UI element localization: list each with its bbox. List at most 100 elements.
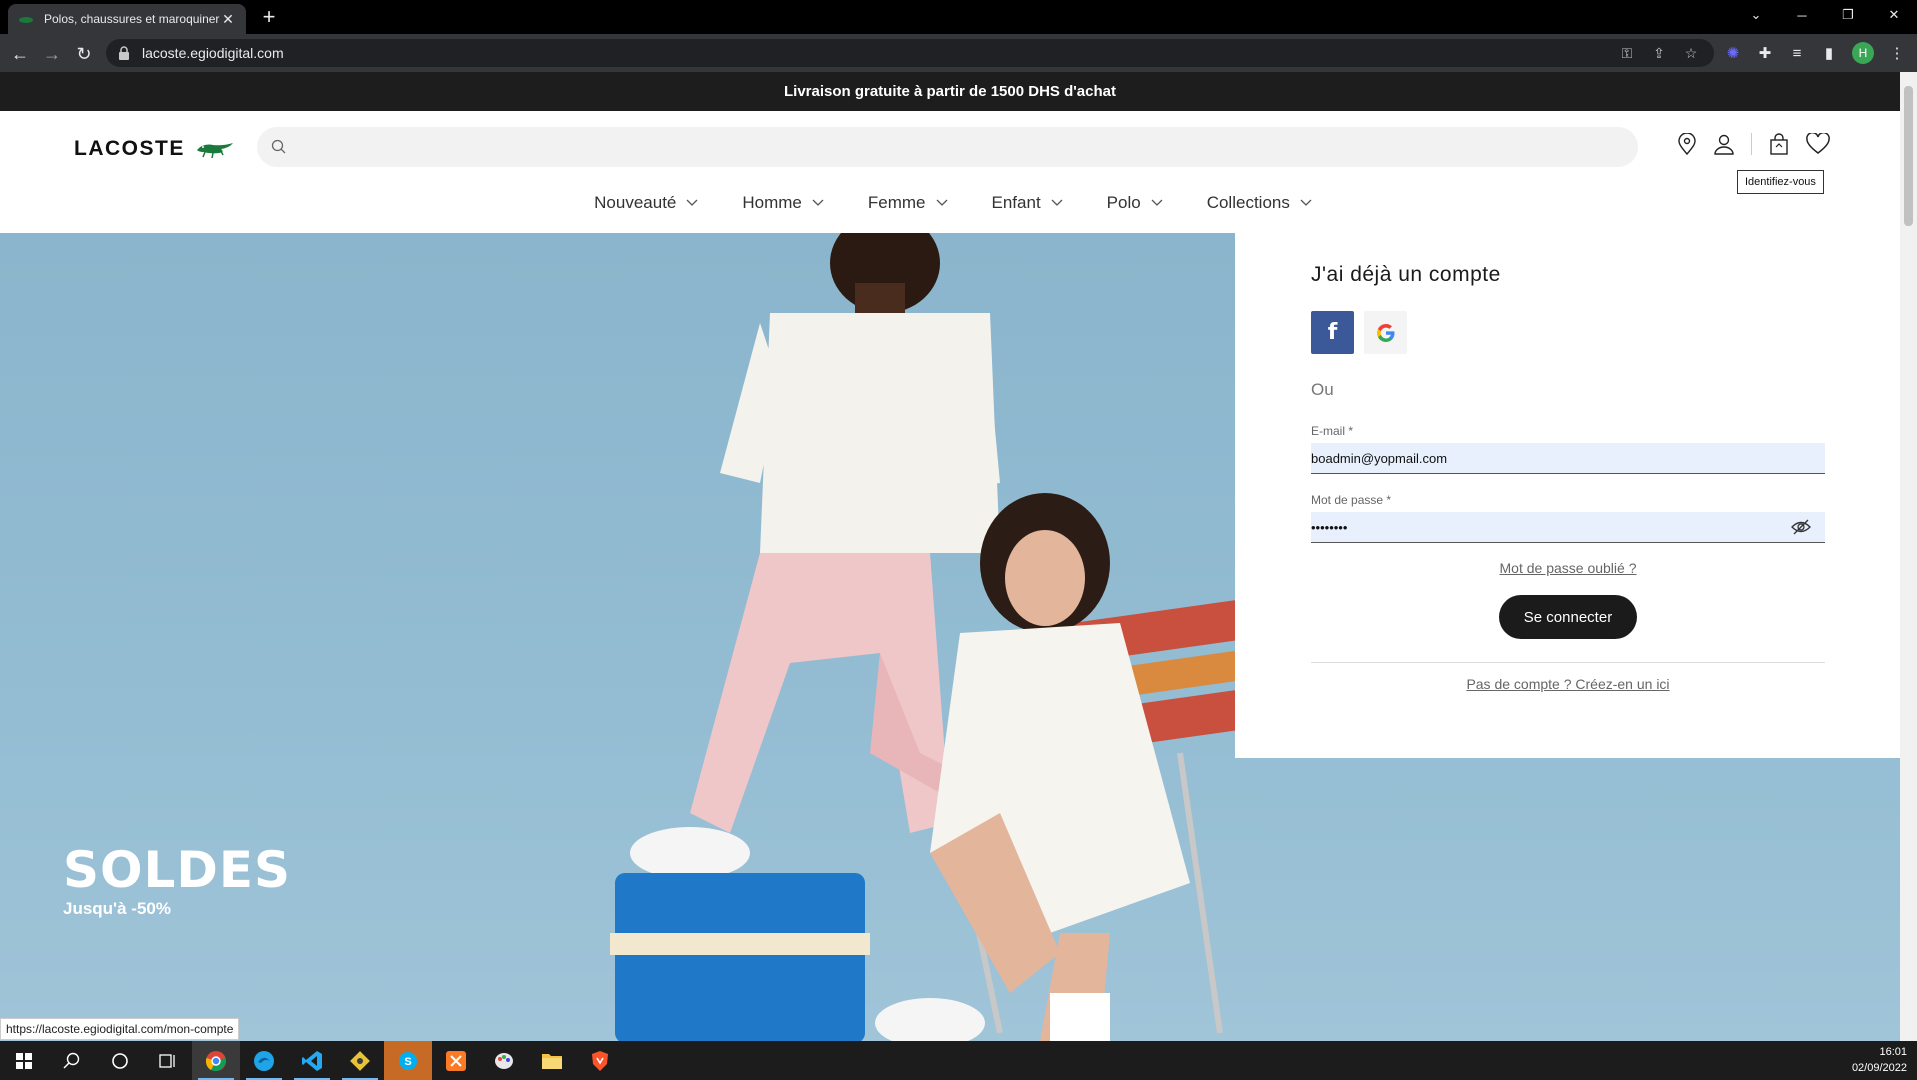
task-view-icon[interactable] bbox=[144, 1041, 192, 1080]
promo-banner: Livraison gratuite à partir de 1500 DHS … bbox=[0, 72, 1900, 111]
login-tooltip: Identifiez-vous bbox=[1737, 170, 1824, 194]
media-queue-icon[interactable]: ≡ bbox=[1788, 45, 1806, 62]
git-gui-taskbar-icon[interactable] bbox=[336, 1041, 384, 1080]
nav-item-polo[interactable]: Polo bbox=[1107, 193, 1163, 213]
google-login-button[interactable] bbox=[1364, 311, 1407, 354]
or-separator: Ou bbox=[1311, 380, 1334, 399]
wishlist-heart-icon[interactable] bbox=[1806, 133, 1830, 155]
restore-button[interactable]: ❐ bbox=[1825, 0, 1871, 30]
file-explorer-taskbar-icon[interactable] bbox=[528, 1041, 576, 1080]
cart-icon[interactable] bbox=[1768, 133, 1790, 155]
login-panel: J'ai déjà un compte f Ou E-mail * boadmi… bbox=[1235, 229, 1901, 758]
hero-title: SOLDES bbox=[63, 841, 292, 899]
forward-icon[interactable]: → bbox=[40, 42, 64, 66]
url-text: lacoste.egiodigital.com bbox=[142, 45, 284, 61]
windows-taskbar: S 16:01 02/09/2022 bbox=[0, 1041, 1917, 1080]
hide-password-icon[interactable] bbox=[1791, 519, 1811, 535]
side-panel-icon[interactable]: ▮ bbox=[1820, 44, 1838, 62]
account-icon[interactable] bbox=[1713, 133, 1735, 155]
chevron-down-icon bbox=[936, 199, 947, 206]
nav-item-femme[interactable]: Femme bbox=[868, 193, 948, 213]
brave-taskbar-icon[interactable] bbox=[576, 1041, 624, 1080]
facebook-login-button[interactable]: f bbox=[1311, 311, 1354, 354]
browser-tab[interactable]: Polos, chaussures et maroquinerie ✕ bbox=[8, 4, 246, 34]
forgot-password-link[interactable]: Mot de passe oublié ? bbox=[1311, 560, 1825, 576]
nav-label: Homme bbox=[742, 193, 802, 212]
store-locator-icon[interactable] bbox=[1677, 133, 1697, 155]
nav-label: Polo bbox=[1106, 193, 1141, 212]
lock-icon bbox=[119, 46, 129, 60]
scroll-thumb[interactable] bbox=[1904, 86, 1913, 226]
cortana-icon[interactable] bbox=[96, 1041, 144, 1080]
browser-toolbar: ← → ↻ lacoste.egiodigital.com ⚿ ⇪ ☆ ✺ ✚ … bbox=[0, 34, 1917, 72]
share-icon[interactable]: ⇪ bbox=[1650, 45, 1668, 62]
status-bar-url: https://lacoste.egiodigital.com/mon-comp… bbox=[0, 1018, 240, 1040]
minimize-button[interactable]: ─ bbox=[1779, 0, 1825, 30]
chrome-taskbar-icon[interactable] bbox=[192, 1041, 240, 1080]
login-title: J'ai déjà un compte bbox=[1311, 263, 1501, 286]
lacoste-favicon-icon bbox=[19, 17, 33, 23]
windows-start-icon[interactable] bbox=[0, 1041, 48, 1080]
crocodile-icon bbox=[196, 143, 233, 159]
close-window-button[interactable]: ✕ bbox=[1871, 0, 1917, 30]
nav-label: Enfant bbox=[991, 193, 1041, 212]
reload-icon[interactable]: ↻ bbox=[72, 42, 96, 66]
nav-item-nouveaute[interactable]: Nouveauté bbox=[594, 193, 698, 213]
google-icon bbox=[1376, 323, 1394, 342]
nav-item-collections[interactable]: Collections bbox=[1207, 193, 1312, 213]
logo-text: LACOSTE bbox=[74, 137, 185, 160]
address-bar[interactable]: lacoste.egiodigital.com ⚿ ⇪ ☆ bbox=[106, 39, 1714, 67]
search-bar[interactable] bbox=[257, 127, 1638, 167]
nav-item-enfant[interactable]: Enfant bbox=[992, 193, 1063, 213]
edge-taskbar-icon[interactable] bbox=[240, 1041, 288, 1080]
paint-taskbar-icon[interactable] bbox=[480, 1041, 528, 1080]
email-label: E-mail * bbox=[1311, 424, 1354, 438]
vscode-taskbar-icon[interactable] bbox=[288, 1041, 336, 1080]
main-navigation: Nouveauté Homme Femme Enfant Polo Collec… bbox=[0, 193, 1900, 213]
clock-time: 16:01 bbox=[1879, 1046, 1907, 1058]
social-login: f bbox=[1311, 311, 1825, 354]
header-separator bbox=[1751, 133, 1752, 155]
clock-date: 02/09/2022 bbox=[1851, 1062, 1907, 1074]
profile-avatar[interactable]: H bbox=[1852, 42, 1874, 64]
site-header: LACOSTE Identifiez-vous Nouveauté Homme … bbox=[0, 111, 1900, 233]
puzzle-icon[interactable]: ✚ bbox=[1756, 44, 1774, 62]
search-input[interactable] bbox=[297, 127, 1638, 167]
login-button[interactable]: Se connecter bbox=[1499, 595, 1637, 639]
tab-search-icon[interactable]: ⌄ bbox=[1733, 0, 1779, 30]
tab-title: Polos, chaussures et maroquinerie bbox=[44, 12, 220, 26]
skype-taskbar-icon[interactable]: S bbox=[384, 1041, 432, 1080]
password-field[interactable]: •••••••• bbox=[1311, 512, 1825, 543]
create-account-link[interactable]: Pas de compte ? Créez-en un ici bbox=[1311, 676, 1825, 692]
nav-label: Femme bbox=[867, 193, 926, 212]
password-label: Mot de passe * bbox=[1311, 493, 1392, 507]
search-taskbar-icon[interactable] bbox=[48, 1041, 96, 1080]
key-icon[interactable]: ⚿ bbox=[1618, 45, 1636, 62]
nav-label: Nouveauté bbox=[594, 193, 677, 212]
hero-subtitle: Jusqu'à -50% bbox=[63, 899, 171, 918]
search-icon bbox=[271, 139, 286, 154]
email-field[interactable]: boadmin@yopmail.com bbox=[1311, 443, 1825, 474]
browser-tab-strip: Polos, chaussures et maroquinerie ✕ + ⌄ … bbox=[0, 0, 1917, 34]
xampp-taskbar-icon[interactable] bbox=[432, 1041, 480, 1080]
lacoste-logo[interactable]: LACOSTE bbox=[74, 137, 235, 161]
extension-icon[interactable]: ✺ bbox=[1724, 44, 1742, 62]
menu-kebab-icon[interactable]: ⋮ bbox=[1888, 44, 1906, 62]
system-clock[interactable]: 16:01 02/09/2022 bbox=[1852, 1044, 1907, 1076]
nav-label: Collections bbox=[1206, 193, 1290, 212]
nav-item-homme[interactable]: Homme bbox=[742, 193, 824, 213]
page-scrollbar[interactable] bbox=[1900, 72, 1917, 1041]
login-divider bbox=[1311, 662, 1825, 663]
facebook-icon: f bbox=[1327, 320, 1338, 345]
new-tab-button[interactable]: + bbox=[258, 6, 280, 28]
svg-text:S: S bbox=[404, 1056, 411, 1068]
back-icon[interactable]: ← bbox=[8, 42, 32, 66]
chevron-down-icon bbox=[1051, 199, 1063, 206]
bookmark-star-icon[interactable]: ☆ bbox=[1682, 45, 1700, 62]
chevron-down-icon bbox=[812, 199, 824, 206]
chevron-down-icon bbox=[1300, 199, 1312, 206]
chevron-down-icon bbox=[1151, 199, 1163, 206]
password-value: •••••••• bbox=[1311, 519, 1348, 535]
email-value: boadmin@yopmail.com bbox=[1311, 450, 1448, 466]
close-tab-icon[interactable]: ✕ bbox=[220, 11, 236, 28]
